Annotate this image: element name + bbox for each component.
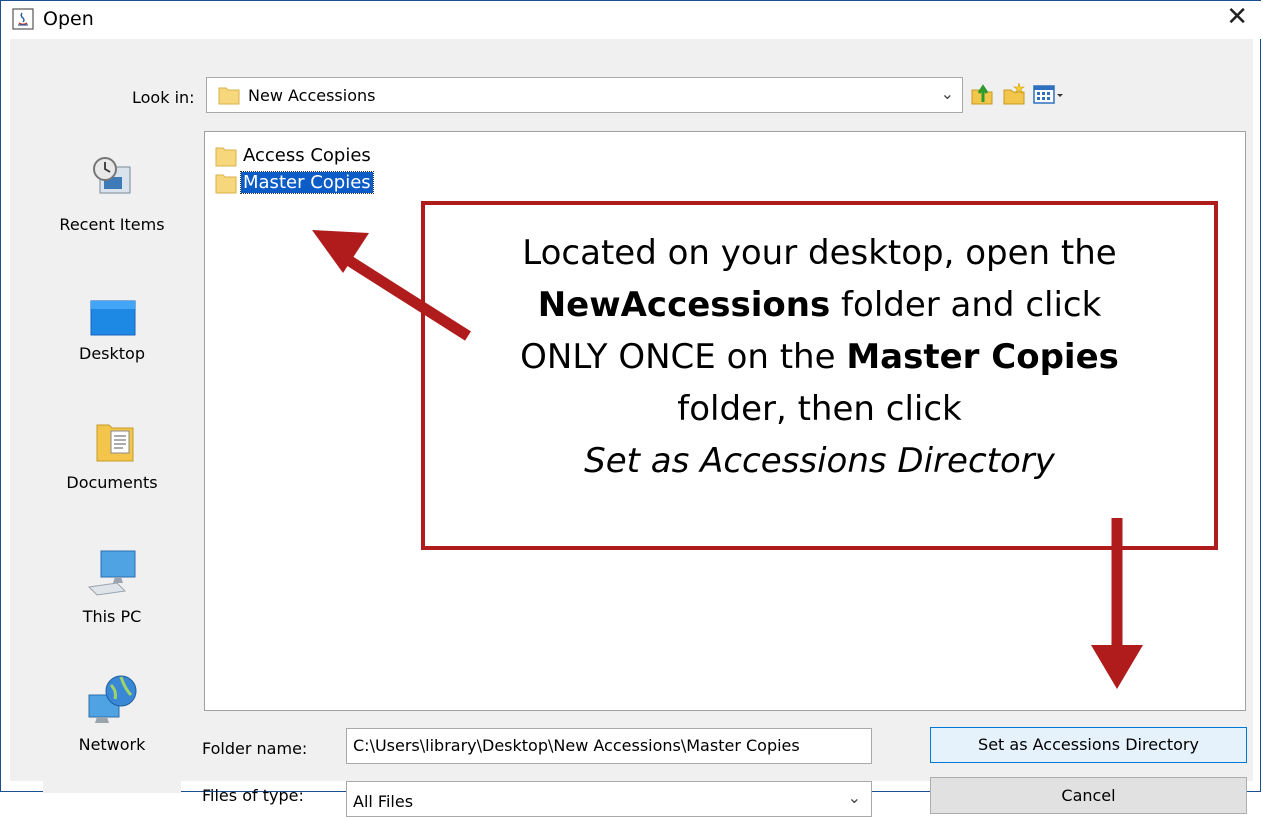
callout-bold-newaccessions: NewAccessions xyxy=(537,285,831,325)
chevron-down-icon[interactable]: ⌄ xyxy=(941,84,954,103)
place-label: Recent Items xyxy=(59,215,165,234)
place-label: Network xyxy=(78,735,146,754)
callout-line-2: NewAccessions folder and click xyxy=(425,279,1214,331)
place-recent-items[interactable]: Recent Items xyxy=(43,133,181,243)
place-documents[interactable]: Documents xyxy=(43,391,181,501)
desktop-icon xyxy=(90,300,136,336)
set-accessions-directory-button[interactable]: Set as Accessions Directory xyxy=(930,727,1247,763)
folder-name-label: Folder name: xyxy=(202,739,308,758)
callout-line-3-start: ONLY ONCE on the xyxy=(520,337,847,377)
places-bar: Recent Items Desktop Documents This PC N… xyxy=(43,133,181,793)
look-in-combo[interactable]: New Accessions ⌄ xyxy=(206,77,963,113)
callout-line-4: folder, then click xyxy=(677,389,962,429)
documents-icon xyxy=(96,424,134,462)
this-pc-icon xyxy=(87,550,136,596)
title-bar: Open ✕ xyxy=(1,1,1262,39)
window-title: Open xyxy=(43,8,94,30)
callout-italic-set-directory: Set as Accessions Directory xyxy=(584,441,1055,481)
folder-name-field[interactable]: C:\Users\library\Desktop\New Accessions\… xyxy=(346,728,872,764)
place-label: Desktop xyxy=(79,344,145,363)
place-label: This PC xyxy=(82,607,142,626)
files-of-type-label: Files of type: xyxy=(202,786,304,805)
recent-items-icon xyxy=(93,157,131,194)
callout-line-5: Set as Accessions Directory xyxy=(425,435,1214,487)
folder-icon xyxy=(215,147,237,167)
file-name: Access Copies xyxy=(243,145,371,166)
cancel-button[interactable]: Cancel xyxy=(930,777,1247,814)
create-new-folder-icon[interactable] xyxy=(1002,82,1026,106)
callout-line-2-rest: folder and click xyxy=(830,285,1102,325)
place-this-pc[interactable]: This PC xyxy=(43,519,181,629)
files-of-type-select[interactable]: All Files ⌄ xyxy=(346,781,872,817)
place-desktop[interactable]: Desktop xyxy=(43,261,181,371)
files-of-type-value: All Files xyxy=(353,792,414,811)
network-icon xyxy=(88,675,137,723)
up-one-level-icon[interactable] xyxy=(970,82,994,106)
instruction-callout: Located on your desktop, open the NewAcc… xyxy=(421,201,1218,550)
chevron-down-icon[interactable]: ⌄ xyxy=(848,788,861,807)
place-network[interactable]: Network xyxy=(43,647,181,757)
file-name: Master Copies xyxy=(240,171,374,194)
open-dialog: Open ✕ Look in: New Accessions ⌄ Recent … xyxy=(0,0,1262,817)
list-item-selected[interactable]: Master Copies xyxy=(215,171,415,195)
close-icon[interactable]: ✕ xyxy=(1226,2,1248,32)
java-app-icon xyxy=(12,8,34,30)
callout-line-1: Located on your desktop, open the xyxy=(522,233,1117,273)
view-menu-icon[interactable] xyxy=(1032,82,1066,106)
look-in-label: Look in: xyxy=(132,88,195,107)
callout-bold-master-copies: Master Copies xyxy=(846,337,1119,377)
list-item[interactable]: Access Copies xyxy=(215,144,415,168)
folder-icon xyxy=(218,87,240,105)
place-label: Documents xyxy=(66,473,158,492)
folder-name-value: C:\Users\library\Desktop\New Accessions\… xyxy=(353,736,800,755)
folder-icon xyxy=(215,174,237,194)
callout-line-3: ONLY ONCE on the Master Copies xyxy=(425,331,1214,383)
look-in-value: New Accessions xyxy=(248,86,376,105)
